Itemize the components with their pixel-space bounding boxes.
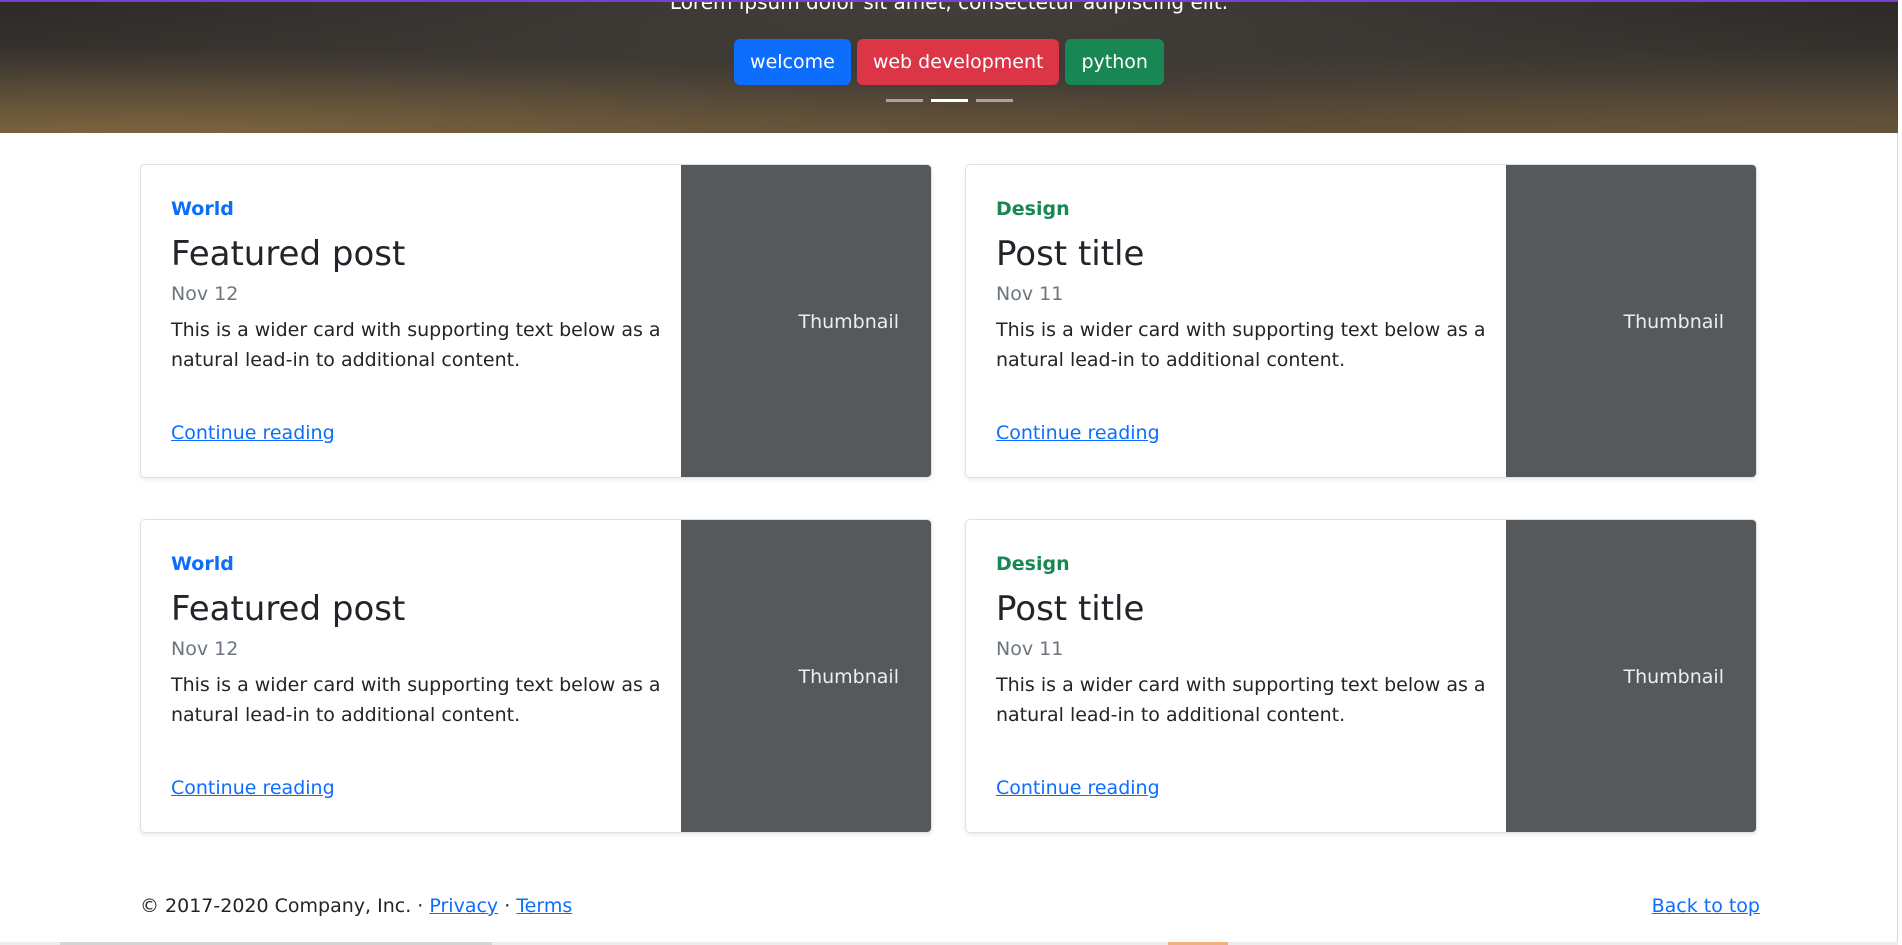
card-title: Post title [996, 589, 1145, 629]
card-text: This is a wider card with supporting tex… [996, 319, 1486, 371]
terms-link[interactable]: Terms [516, 895, 572, 917]
continue-reading-link[interactable]: Continue reading [996, 422, 1160, 444]
card-body: World Featured post Nov 12 This is a wid… [171, 165, 671, 477]
hero-carousel: Lorem ipsum dolor sit amet, consectetur … [0, 0, 1898, 133]
card-thumbnail: Thumbnail [681, 520, 931, 832]
card-text: This is a wider card with supporting tex… [171, 674, 661, 726]
card-date: Nov 11 [996, 283, 1064, 305]
card-date: Nov 12 [171, 283, 239, 305]
tag-list: welcome web development python [0, 39, 1898, 85]
card-body: Design Post title Nov 11 This is a wider… [996, 165, 1496, 477]
privacy-link[interactable]: Privacy [429, 895, 498, 917]
card-thumbnail: Thumbnail [681, 165, 931, 477]
card-text: This is a wider card with supporting tex… [171, 319, 661, 371]
card-thumbnail: Thumbnail [1506, 520, 1756, 832]
card-category: World [171, 198, 234, 220]
post-card: World Featured post Nov 12 This is a wid… [140, 519, 932, 833]
tag-python-button[interactable]: python [1065, 39, 1164, 85]
card-body: Design Post title Nov 11 This is a wider… [996, 520, 1496, 832]
card-thumbnail: Thumbnail [1506, 165, 1756, 477]
thumbnail-label: Thumbnail [798, 311, 899, 333]
carousel-indicator-1[interactable] [885, 99, 923, 102]
tag-welcome-button[interactable]: welcome [734, 39, 851, 85]
card-title: Post title [996, 234, 1145, 274]
post-card: World Featured post Nov 12 This is a wid… [140, 164, 932, 478]
card-category: World [171, 553, 234, 575]
copyright-text: © 2017-2020 Company, Inc. · [140, 895, 430, 917]
post-card: Design Post title Nov 11 This is a wider… [965, 519, 1757, 833]
continue-reading-link[interactable]: Continue reading [171, 777, 335, 799]
thumbnail-label: Thumbnail [1623, 311, 1724, 333]
footer: © 2017-2020 Company, Inc. · Privacy · Te… [140, 895, 1760, 917]
carousel-indicator-3[interactable] [975, 99, 1013, 102]
post-card: Design Post title Nov 11 This is a wider… [965, 164, 1757, 478]
carousel-indicators [0, 99, 1898, 102]
card-title: Featured post [171, 589, 406, 629]
card-text: This is a wider card with supporting tex… [996, 674, 1486, 726]
thumbnail-label: Thumbnail [798, 666, 899, 688]
continue-reading-link[interactable]: Continue reading [996, 777, 1160, 799]
tag-web-development-button[interactable]: web development [856, 39, 1060, 85]
continue-reading-link[interactable]: Continue reading [171, 422, 335, 444]
page: Lorem ipsum dolor sit amet, consectetur … [0, 0, 1898, 945]
footer-separator: · [498, 895, 517, 917]
card-date: Nov 11 [996, 638, 1064, 660]
card-category: Design [996, 553, 1070, 575]
thumbnail-label: Thumbnail [1623, 666, 1724, 688]
card-category: Design [996, 198, 1070, 220]
back-to-top-link[interactable]: Back to top [1652, 895, 1760, 917]
carousel-indicator-2[interactable] [930, 99, 968, 102]
card-title: Featured post [171, 234, 406, 274]
carousel-caption: Lorem ipsum dolor sit amet, consectetur … [669, 0, 1229, 14]
card-body: World Featured post Nov 12 This is a wid… [171, 520, 671, 832]
card-date: Nov 12 [171, 638, 239, 660]
